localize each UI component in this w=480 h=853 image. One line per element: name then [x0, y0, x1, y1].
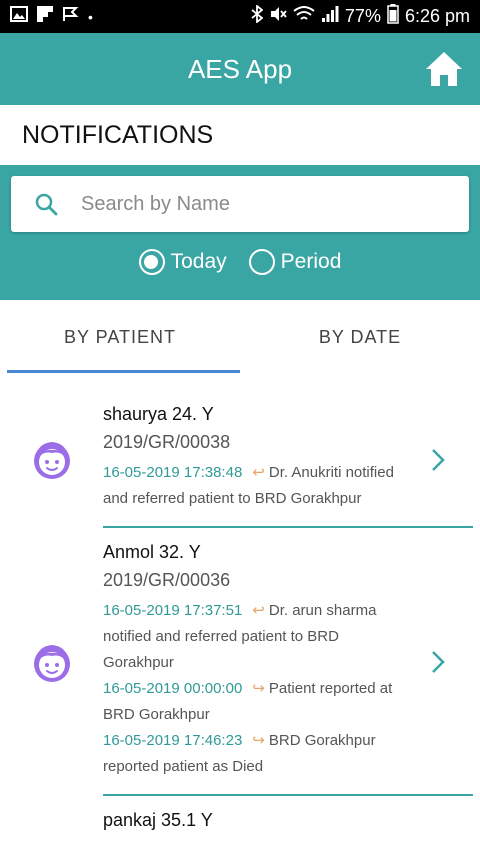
- radio-today-label: Today: [170, 250, 227, 273]
- list-item[interactable]: shaurya 24. Y 2019/GR/00038 16-05-2019 1…: [0, 390, 480, 528]
- event-timestamp: 16-05-2019 00:00:00: [103, 680, 243, 697]
- patient-reg-no: 2019/GR/00036: [103, 570, 231, 590]
- battery-icon: [387, 4, 399, 29]
- home-button[interactable]: [422, 47, 466, 91]
- bluetooth-icon: [251, 4, 264, 28]
- child-avatar-icon: [33, 442, 70, 479]
- clock: 6:26 pm: [404, 6, 470, 26]
- event-timestamp: 16-05-2019 17:37:51: [103, 602, 243, 619]
- app-bar: AES App: [0, 33, 480, 105]
- return-arrow-icon: ↩: [252, 464, 265, 481]
- list-item[interactable]: Anmol 32. Y 2019/GR/00036 16-05-2019 17:…: [0, 528, 480, 796]
- search-box: [11, 176, 469, 232]
- event-entry: 16-05-2019 17:38:48 ↩ Dr. Anukriti notifie…: [103, 460, 403, 512]
- period-radio-group: Today Period: [0, 249, 480, 275]
- search-input[interactable]: [81, 192, 441, 216]
- chevron-right-icon[interactable]: [426, 448, 450, 472]
- battery-percent: 77%: [344, 6, 381, 26]
- wifi-icon: [293, 5, 315, 28]
- tab-by-patient[interactable]: BY PATIENT: [0, 300, 240, 375]
- event-actor: Patient: [268, 680, 316, 697]
- dot-icon: •: [88, 8, 93, 25]
- sync-flag-icon: [62, 5, 80, 28]
- home-icon: [426, 52, 462, 86]
- tab-bar: BY PATIENT BY DATE: [0, 300, 480, 375]
- patient-name: shaurya 24. Y: [103, 404, 214, 424]
- radio-today[interactable]: Today: [138, 249, 227, 275]
- radio-period-label: Period: [280, 250, 342, 273]
- patient-list: shaurya 24. Y 2019/GR/00038 16-05-2019 1…: [0, 390, 480, 848]
- event-timestamp: 16-05-2019 17:38:48: [103, 464, 243, 481]
- radio-period[interactable]: Period: [248, 249, 342, 275]
- event-timestamp: 16-05-2019 17:46:23: [103, 732, 243, 749]
- event-actor: Dr. Anukriti: [268, 464, 342, 481]
- event-entry: 16-05-2019 17:37:51 ↩ Dr. arun sharma noti…: [103, 598, 403, 676]
- event-text: notified and referred patient to BRD Gor…: [103, 628, 339, 671]
- forward-arrow-icon: ↪: [252, 732, 265, 749]
- radio-unselected-icon: [248, 249, 275, 275]
- event-entry: 16-05-2019 00:00:00 ↪ Patient reported at …: [103, 676, 403, 728]
- tab-by-date[interactable]: BY DATE: [240, 300, 480, 375]
- flipboard-icon: [36, 5, 54, 28]
- filter-panel: Today Period: [0, 165, 480, 300]
- return-arrow-icon: ↩: [252, 602, 265, 619]
- forward-arrow-icon: ↪: [252, 680, 265, 697]
- patient-reg-no: 2019/GR/00038: [103, 432, 231, 452]
- status-bar: • 77% 6:26 pm: [0, 0, 480, 33]
- page-title: NOTIFICATIONS: [0, 105, 480, 165]
- gallery-icon: [10, 6, 28, 27]
- mute-icon: [269, 5, 287, 28]
- event-actor: BRD Gorakhpur: [268, 732, 376, 749]
- chevron-right-icon[interactable]: [426, 650, 450, 674]
- patient-name: pankaj 35.1 Y: [103, 810, 213, 830]
- radio-selected-icon: [138, 249, 165, 275]
- app-title: AES App: [187, 53, 293, 84]
- child-avatar-icon: [33, 645, 70, 682]
- event-text: reported patient as Died: [103, 758, 264, 775]
- event-entry: 16-05-2019 17:46:23 ↪ BRD Gorakhpur report…: [103, 728, 403, 780]
- patient-name: Anmol 32. Y: [103, 542, 201, 562]
- search-icon[interactable]: [11, 176, 81, 232]
- signal-icon: [321, 5, 339, 28]
- list-item[interactable]: pankaj 35.1 Y: [0, 796, 480, 848]
- event-actor: Dr. arun sharma: [268, 602, 377, 619]
